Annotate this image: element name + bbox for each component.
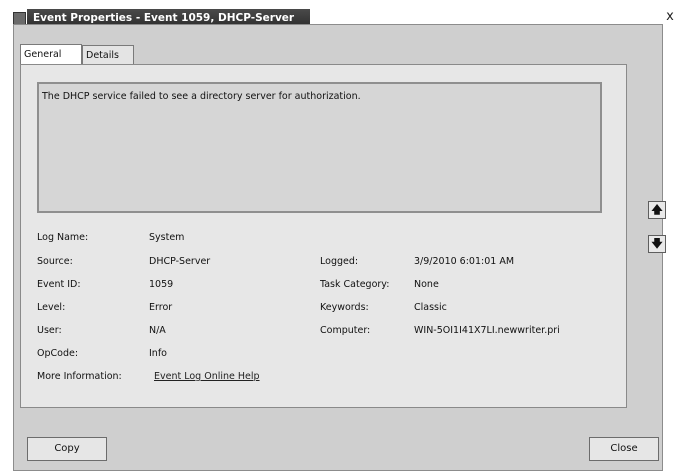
logged-label: Logged: [320, 256, 359, 267]
task-category-label: Task Category: [320, 279, 390, 290]
source-value: DHCP-Server [149, 256, 211, 267]
opcode-label: OpCode: [37, 348, 79, 359]
event-log-online-help-link[interactable]: Event Log Online Help [154, 371, 260, 382]
user-value: N/A [149, 325, 166, 336]
copy-button[interactable]: Copy [27, 437, 107, 461]
event-id-label: Event ID: [37, 279, 81, 290]
more-information-label: More Information: [37, 371, 122, 382]
task-category-value: None [414, 279, 439, 290]
logged-value: 3/9/2010 6:01:01 AM [414, 256, 515, 267]
computer-label: Computer: [320, 325, 371, 336]
level-value: Error [149, 302, 173, 313]
keywords-label: Keywords: [320, 302, 369, 313]
level-label: Level: [37, 302, 66, 313]
event-id-value: 1059 [149, 279, 174, 290]
previous-event-button[interactable]: 🡅 [648, 201, 666, 219]
opcode-value: Info [149, 348, 167, 359]
arrow-down-icon: 🡇 [651, 237, 663, 250]
log-name-value: System [149, 232, 185, 243]
tab-general[interactable]: General [20, 44, 82, 65]
computer-value: WIN-5OI1I41X7LI.newwriter.pri [414, 325, 560, 336]
close-button[interactable]: Close [589, 437, 659, 461]
user-label: User: [37, 325, 62, 336]
log-name-label: Log Name: [37, 232, 89, 243]
event-description: The DHCP service failed to see a directo… [37, 82, 602, 213]
tab-details[interactable]: Details [82, 45, 134, 64]
arrow-up-icon: 🡅 [651, 203, 663, 216]
window-close-button[interactable]: x [664, 9, 676, 25]
source-label: Source: [37, 256, 73, 267]
keywords-value: Classic [414, 302, 447, 313]
next-event-button[interactable]: 🡇 [648, 235, 666, 253]
